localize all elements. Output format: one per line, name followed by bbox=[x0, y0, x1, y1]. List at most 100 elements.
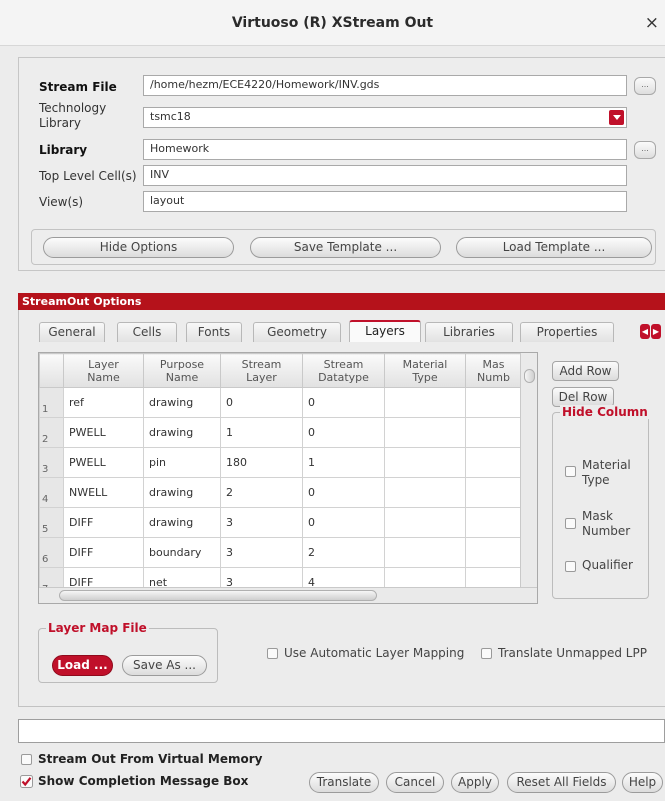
vertical-scroll-thumb[interactable] bbox=[524, 369, 535, 383]
column-header[interactable]: Purpose Name bbox=[143, 353, 221, 388]
table-row[interactable]: 4 NWELL drawing 2 0 bbox=[39, 477, 522, 508]
layer-name-cell[interactable]: DIFF bbox=[63, 537, 144, 568]
column-header[interactable]: Mas Numb bbox=[465, 353, 522, 388]
table-horizontal-scrollbar[interactable] bbox=[39, 587, 537, 603]
datatype-cell[interactable]: 0 bbox=[302, 507, 385, 538]
column-header[interactable]: Material Type bbox=[384, 353, 466, 388]
table-row[interactable]: 2 PWELL drawing 1 0 bbox=[39, 417, 522, 448]
stream-layer-cell[interactable]: 0 bbox=[220, 387, 303, 418]
translate-unmapped-checkbox[interactable] bbox=[481, 648, 492, 659]
mask-cell[interactable] bbox=[465, 447, 522, 478]
horizontal-scroll-thumb[interactable] bbox=[59, 590, 377, 601]
tab-properties[interactable]: Properties bbox=[520, 322, 614, 342]
mask-cell[interactable] bbox=[465, 507, 522, 538]
top-cells-input[interactable]: INV bbox=[143, 165, 627, 186]
library-input[interactable]: Homework bbox=[143, 139, 627, 160]
material-cell[interactable] bbox=[384, 537, 466, 568]
datatype-cell[interactable]: 0 bbox=[302, 477, 385, 508]
table-row[interactable]: 1 ref drawing 0 0 bbox=[39, 387, 522, 418]
table-row[interactable]: 5 DIFF drawing 3 0 bbox=[39, 507, 522, 538]
virtual-memory-checkbox[interactable] bbox=[21, 754, 32, 765]
table-row[interactable]: 6 DIFF boundary 3 2 bbox=[39, 537, 522, 568]
cancel-button[interactable]: Cancel bbox=[386, 772, 444, 793]
load-template-button[interactable]: Load Template ... bbox=[456, 237, 652, 258]
table-row[interactable]: 3 PWELL pin 180 1 bbox=[39, 447, 522, 478]
views-input[interactable]: layout bbox=[143, 191, 627, 212]
tab-scroll-right-icon[interactable]: ▶ bbox=[651, 324, 661, 339]
chevron-down-icon[interactable] bbox=[609, 110, 624, 125]
purpose-cell[interactable]: drawing bbox=[143, 507, 221, 538]
table-header-row: Layer Name Purpose Name Stream Layer Stream… bbox=[39, 353, 522, 388]
column-header[interactable]: Stream Datatype bbox=[302, 353, 385, 388]
library-browse-button[interactable]: ... bbox=[634, 141, 656, 159]
layer-map-file-title: Layer Map File bbox=[46, 621, 149, 635]
purpose-cell[interactable]: drawing bbox=[143, 477, 221, 508]
datatype-cell[interactable]: 2 bbox=[302, 537, 385, 568]
stream-layer-cell[interactable]: 180 bbox=[220, 447, 303, 478]
help-button[interactable]: Help bbox=[622, 772, 663, 793]
material-cell[interactable] bbox=[384, 387, 466, 418]
title-bar: Virtuoso (R) XStream Out × bbox=[0, 0, 665, 46]
column-header[interactable]: Layer Name bbox=[63, 353, 144, 388]
layer-name-cell[interactable]: PWELL bbox=[63, 417, 144, 448]
stream-file-browse-button[interactable]: ... bbox=[634, 77, 656, 95]
purpose-cell[interactable]: drawing bbox=[143, 387, 221, 418]
datatype-cell[interactable]: 0 bbox=[302, 387, 385, 418]
add-row-button[interactable]: Add Row bbox=[552, 361, 619, 381]
tab-fonts[interactable]: Fonts bbox=[186, 322, 242, 342]
layer-map-load-button[interactable]: Load ... bbox=[52, 655, 113, 676]
stream-layer-cell[interactable]: 2 bbox=[220, 477, 303, 508]
mask-cell[interactable] bbox=[465, 417, 522, 448]
completion-box-label: Show Completion Message Box bbox=[38, 774, 249, 788]
tab-scroll-left-icon[interactable]: ◀ bbox=[640, 324, 650, 339]
tab-layers[interactable]: Layers bbox=[349, 320, 421, 342]
purpose-cell[interactable]: drawing bbox=[143, 417, 221, 448]
layer-name-cell[interactable]: PWELL bbox=[63, 447, 144, 478]
qualifier-checkbox[interactable] bbox=[565, 561, 576, 572]
apply-button[interactable]: Apply bbox=[451, 772, 499, 793]
datatype-cell[interactable]: 1 bbox=[302, 447, 385, 478]
del-row-button[interactable]: Del Row bbox=[552, 387, 614, 407]
stream-layer-cell[interactable]: 1 bbox=[220, 417, 303, 448]
material-type-checkbox[interactable] bbox=[565, 466, 576, 477]
column-header[interactable]: Stream Layer bbox=[220, 353, 303, 388]
close-icon[interactable]: × bbox=[645, 13, 659, 33]
stream-file-input[interactable]: /home/hezm/ECE4220/Homework/INV.gds bbox=[143, 75, 627, 96]
tab-libraries[interactable]: Libraries bbox=[425, 322, 513, 342]
material-cell[interactable] bbox=[384, 477, 466, 508]
row-number: 6 bbox=[39, 537, 64, 568]
mask-number-checkbox[interactable] bbox=[565, 518, 576, 529]
purpose-cell[interactable]: pin bbox=[143, 447, 221, 478]
mask-cell[interactable] bbox=[465, 387, 522, 418]
purpose-cell[interactable]: boundary bbox=[143, 537, 221, 568]
save-template-button[interactable]: Save Template ... bbox=[250, 237, 441, 258]
material-cell[interactable] bbox=[384, 447, 466, 478]
layer-name-cell[interactable]: DIFF bbox=[63, 507, 144, 538]
tab-general[interactable]: General bbox=[39, 322, 105, 342]
layer-map-save-as-button[interactable]: Save As ... bbox=[122, 655, 207, 676]
layer-name-cell[interactable]: ref bbox=[63, 387, 144, 418]
auto-mapping-checkbox[interactable] bbox=[267, 648, 278, 659]
datatype-cell[interactable]: 0 bbox=[302, 417, 385, 448]
tech-library-select[interactable]: tsmc18 bbox=[143, 107, 627, 128]
qualifier-label: Qualifier bbox=[582, 558, 633, 572]
tab-cells[interactable]: Cells bbox=[117, 322, 177, 342]
mask-cell[interactable] bbox=[465, 537, 522, 568]
hide-options-button[interactable]: Hide Options bbox=[43, 237, 234, 258]
material-cell[interactable] bbox=[384, 507, 466, 538]
checkmark-icon[interactable] bbox=[20, 775, 33, 788]
tab-geometry[interactable]: Geometry bbox=[253, 322, 341, 342]
material-cell[interactable] bbox=[384, 417, 466, 448]
stream-layer-cell[interactable]: 3 bbox=[220, 507, 303, 538]
stream-layer-cell[interactable]: 3 bbox=[220, 537, 303, 568]
mask-cell[interactable] bbox=[465, 477, 522, 508]
table-vertical-scrollbar[interactable] bbox=[520, 353, 537, 588]
layer-name-cell[interactable]: NWELL bbox=[63, 477, 144, 508]
material-type-label-line1: Material bbox=[582, 458, 631, 472]
translate-unmapped-label: Translate Unmapped LPP bbox=[498, 646, 647, 660]
message-field[interactable] bbox=[18, 719, 665, 743]
reset-all-fields-button[interactable]: Reset All Fields bbox=[507, 772, 616, 793]
streamout-options-header: StreamOut Options bbox=[18, 293, 665, 310]
translate-button[interactable]: Translate bbox=[309, 772, 379, 793]
layer-table: Layer Name Purpose Name Stream Layer Stream… bbox=[38, 352, 538, 604]
